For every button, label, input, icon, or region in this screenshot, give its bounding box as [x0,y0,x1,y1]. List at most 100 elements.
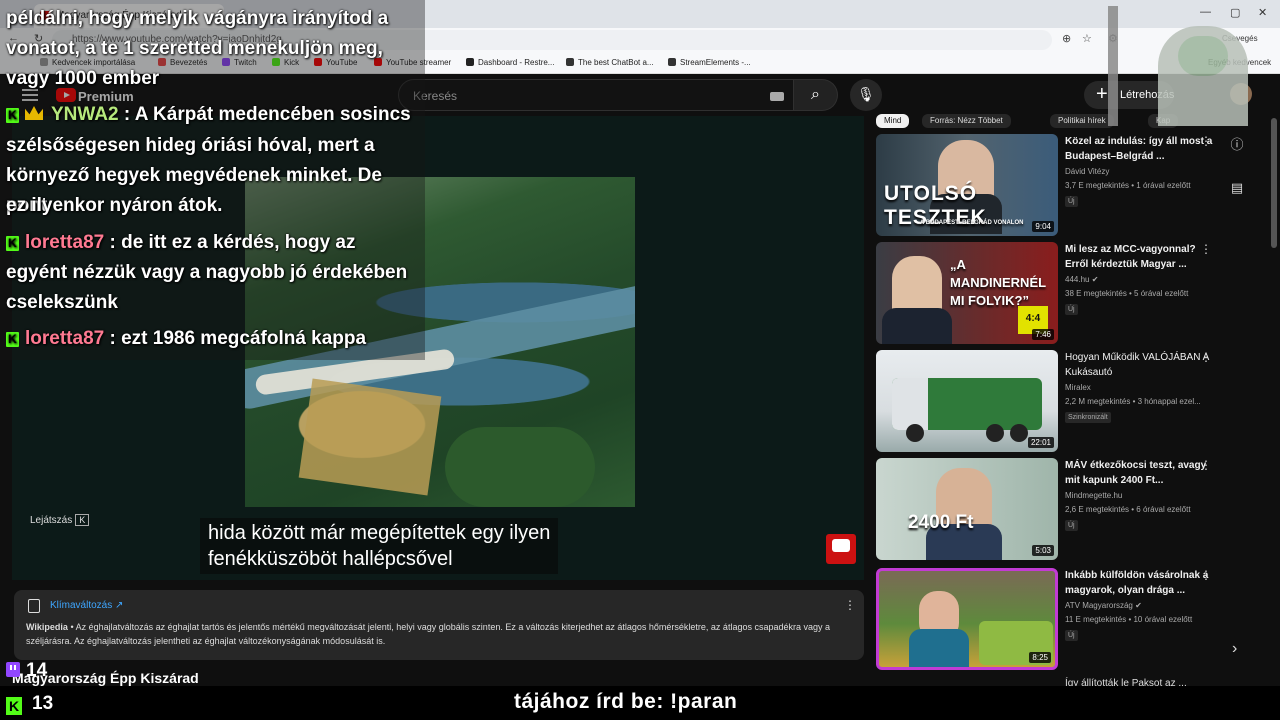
duration-badge: 7:46 [1032,329,1054,340]
channel-label: 444.hu [1065,275,1090,284]
kick-viewer-count: K 13 [6,693,53,715]
chat-message: K YNWA2 : A Kárpát medencében sosincs [6,100,424,130]
new-badge: Új [1065,196,1078,207]
channel-name[interactable]: Miralex [1065,383,1215,392]
stream-screen: Magyarország Épp Kiszárad — ▢ ✕ ← ↻ http… [0,0,1280,720]
info-icon[interactable]: ⓘ [1228,134,1246,152]
more-options-icon[interactable]: ⋮ [1200,242,1212,256]
view-stats: 3,7 E megtekintés • 1 órával ezelőtt [1065,181,1191,190]
kick-icon: K [6,332,19,347]
scrollbar[interactable] [1271,118,1277,248]
channel-name[interactable]: 444.hu ✔ [1065,275,1215,284]
info-card-link[interactable]: Klímaváltozás ↗ [50,600,123,611]
chat-line: ez ilyenkor nyáron átok. [6,195,223,216]
zoom-icon[interactable]: ⊕ [1062,32,1071,45]
thumbnail-text: „A MANDINERNÉL MI FOLYIK?” [950,257,1046,308]
bookmark-item[interactable]: The best ChatBot a... [566,58,654,67]
more-options-icon[interactable]: ⋮ [1200,458,1212,472]
bookmark-item[interactable]: Dashboard - Restre... [466,58,554,67]
search-icon: ⌕ [811,86,820,103]
video-subtitle: hida között már megépítettek egy ilyen fe… [200,518,559,574]
info-card-source: Wikipedia [26,622,68,632]
chip[interactable]: Politikai hírek [1050,114,1114,128]
recommendation-item[interactable]: UTOLSÓ TESZTEK A BUDAPEST–BELGRÁD VONALO… [876,134,1266,238]
kick-icon: K [6,236,19,251]
chip-all[interactable]: Mind [876,114,910,128]
verified-icon: ✔ [1091,275,1099,284]
wheel-shape [986,424,1004,442]
wheel-shape [1010,424,1028,442]
keyboard-icon[interactable] [770,92,784,101]
video-thumbnail[interactable]: „A MANDINERNÉL MI FOLYIK?” 4:4 7:46 [876,242,1058,344]
chat-line: szélsőségesen hideg óriási hóval, mert a [6,135,375,156]
play-hint: Lejátszás K [30,514,90,526]
chat-line: cselekszünk [6,292,118,313]
subtitle-line: hida között már megépítettek egy ilyen [208,522,551,544]
verified-icon: ✔ [1135,601,1142,610]
search-button[interactable]: ⌕ [794,79,838,111]
video-meta: Inkább külföldön vásárolnak a magyarok, … [1065,568,1215,642]
info-card-body: • Az éghajlatváltozás az éghajlat tartós… [26,622,831,646]
recommendation-item[interactable]: 22:01 Hogyan Működik VALÓJÁBAN A Kukásau… [876,350,1266,454]
mic-icon: 🎙 [857,86,875,102]
bookmark-label: StreamElements -... [680,58,751,67]
chat-line: vagy 1000 ember [6,68,160,89]
voice-search-button[interactable]: 🎙 [850,79,882,111]
more-options-icon[interactable]: ⋮ [1200,568,1212,582]
bookmark-item[interactable]: StreamElements -... [668,58,751,67]
video-thumbnail[interactable]: UTOLSÓ TESZTEK A BUDAPEST–BELGRÁD VONALO… [876,134,1058,236]
video-meta: Mi lesz az MCC-vagyonnal? Erről kérdeztü… [1065,242,1215,316]
chat-username: YNWA2 [51,104,119,125]
favorite-star-icon[interactable]: ☆ [1082,32,1092,45]
video-meta: MÁV étkezőkocsi teszt, avagy mit kapunk … [1065,458,1215,532]
channel-name[interactable]: Mindmegette.hu [1065,491,1215,500]
video-meta: Hogyan Működik VALÓJÁBAN A Kukásautó Mir… [1065,350,1215,424]
reco-title[interactable]: Hogyan Működik VALÓJÁBAN A Kukásautó [1065,350,1215,380]
chat-username: loretta87 [25,232,105,253]
reco-title[interactable]: Inkább külföldön vásárolnak a magyarok, … [1065,568,1215,598]
more-options-icon[interactable]: ⋮ [844,598,856,612]
video-thumbnail[interactable]: 8:25 [876,568,1058,670]
webcam-shape [1108,6,1118,126]
channel-watermark-icon[interactable] [826,534,856,564]
chat-message: Kloretta87 : ezt 1986 megcáfolná kappa [6,324,424,354]
more-options-icon[interactable]: ⋮ [1200,134,1212,148]
truck-cab-shape [892,378,928,430]
subtitle-line: fenékküszöböt hallépcsővel [208,548,453,570]
chevron-right-icon[interactable]: › [1232,640,1237,658]
twitch-viewer-count: 14 [6,660,47,682]
webcam-overlay [1108,6,1264,136]
chat-text: : A Kárpát medencében sosincs [118,104,411,125]
crown-icon [25,106,43,120]
play-hint-label: Lejátszás [30,515,73,526]
stream-ticker: tájához írd be: !paran [514,690,738,713]
reco-title[interactable]: Közel az indulás: így áll most a Budapes… [1065,134,1215,164]
new-badge: Új [1065,630,1078,641]
new-badge: Új [1065,304,1078,315]
reco-title[interactable]: MÁV étkezőkocsi teszt, avagy mit kapunk … [1065,458,1215,488]
dubbed-badge: Szinkronizált [1065,412,1111,423]
channel-name[interactable]: ATV Magyarország ✔ [1065,601,1215,610]
field-shape [298,378,442,496]
recommendation-item[interactable]: 8:25 Inkább külföldön vásárolnak a magya… [876,568,1266,672]
search-input[interactable]: Keresés [398,79,794,111]
video-thumbnail[interactable]: 2400 Ft 5:03 [876,458,1058,560]
recommendation-item[interactable]: „A MANDINERNÉL MI FOLYIK?” 4:4 7:46 Mi l… [876,242,1266,346]
context-info-card: Klímaváltozás ↗ Wikipedia • Az éghajlatv… [14,590,864,660]
view-stats: 2,2 M megtekintés • 3 hónappal ezel... [1065,397,1201,406]
wheel-shape [906,424,924,442]
webcam-shape [1178,36,1228,76]
chat-text: : de itt ez a kérdés, hogy az [104,232,356,253]
video-thumbnail[interactable]: 22:01 [876,350,1058,452]
channel-name[interactable]: Dávid Vitézy [1065,167,1215,176]
reco-title[interactable]: Mi lesz az MCC-vagyonnal? Erről kérdeztü… [1065,242,1215,272]
more-options-icon[interactable]: ⋮ [1200,350,1212,364]
stream-bottom-bar: K 13 tájához írd be: !paran [0,686,1280,720]
view-stats: 38 E megtekintés • 5 órával ezelőtt [1065,289,1189,298]
thumbnail-text: 2400 Ft [908,512,974,533]
recommendation-item[interactable]: 2400 Ft 5:03 MÁV étkezőkocsi teszt, avag… [876,458,1266,562]
chip[interactable]: Forrás: Nézz Többet [922,114,1011,128]
article-icon [28,599,40,613]
chat-icon[interactable]: ▤ [1228,180,1246,198]
chat-line: példálni, hogy melyik vágányra irányítod… [6,8,389,29]
